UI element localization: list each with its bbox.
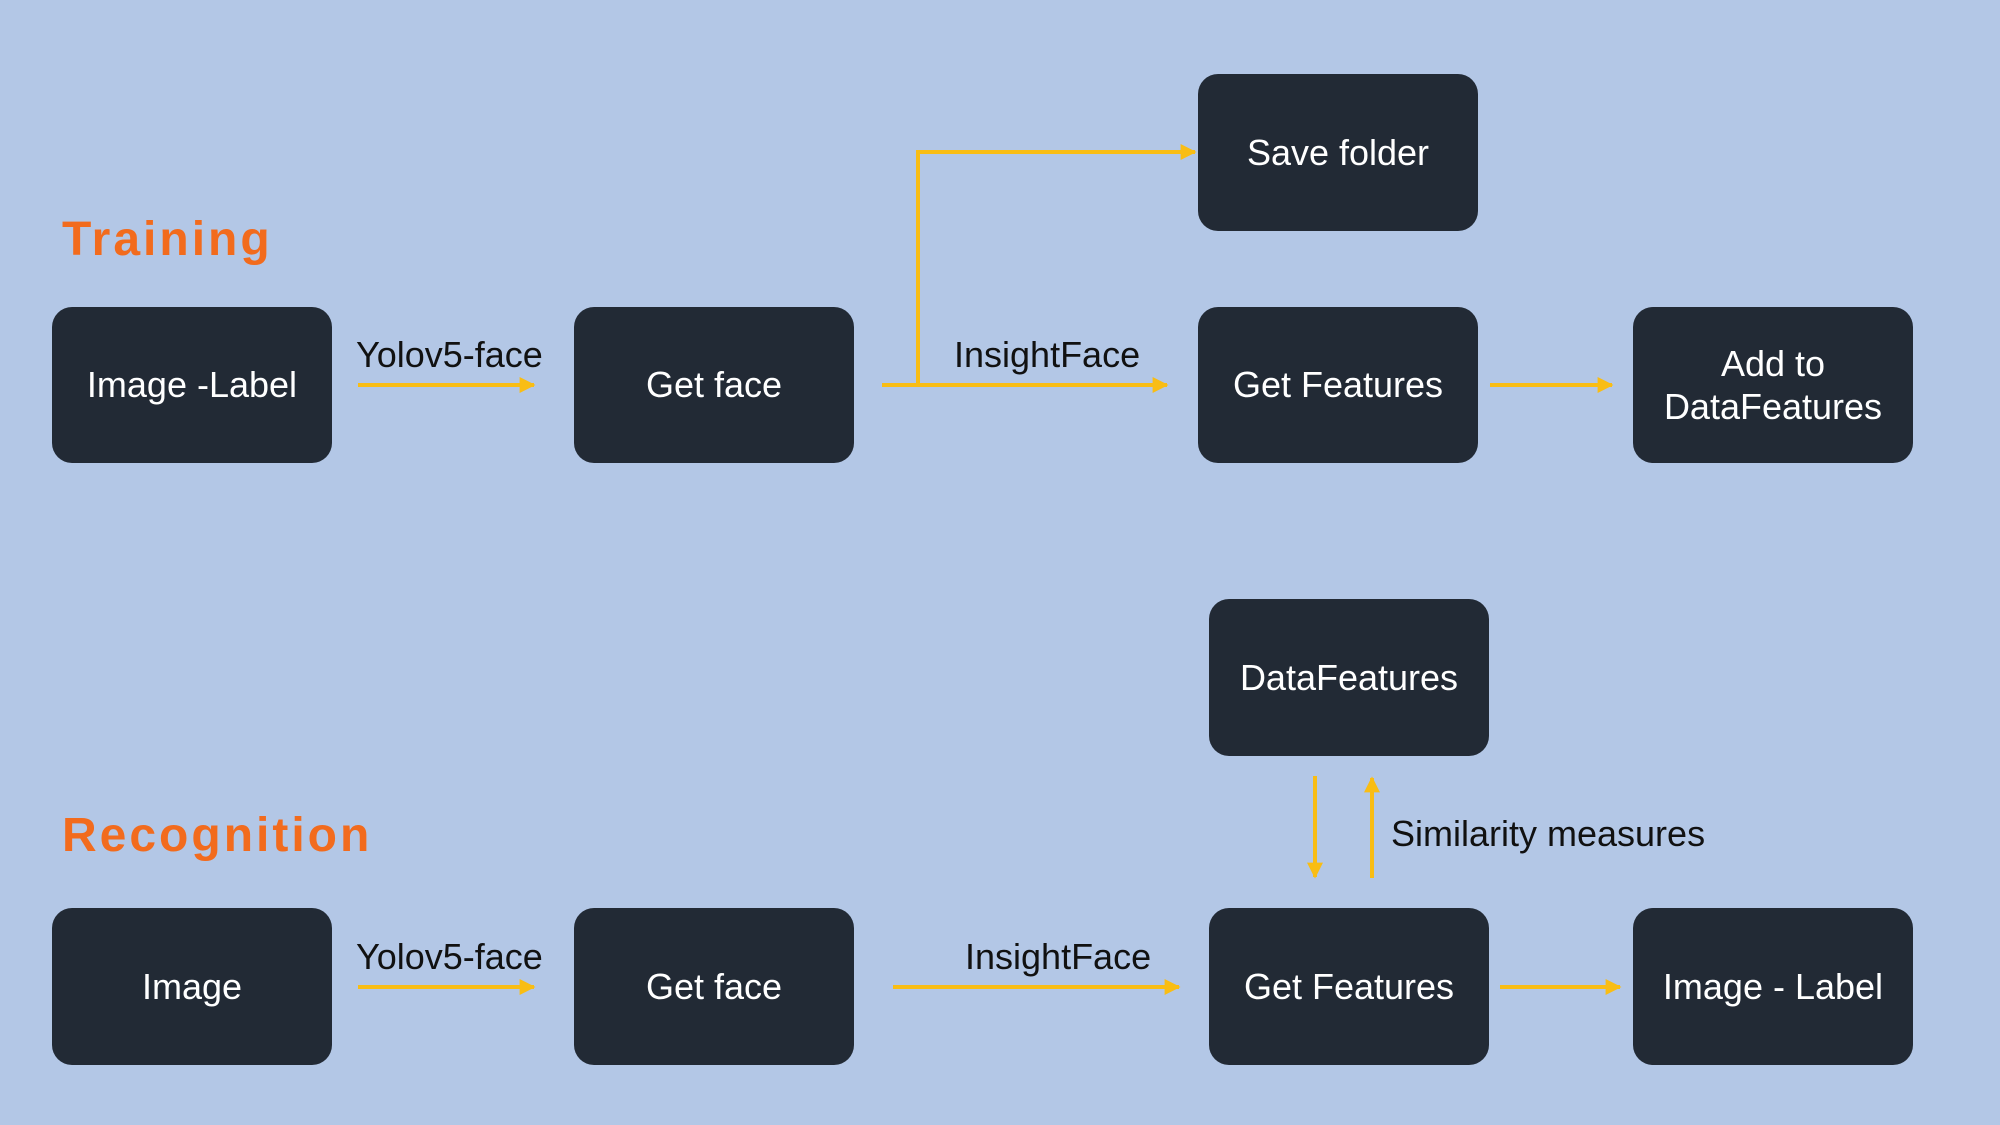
recognition-image-node: Image xyxy=(52,908,332,1065)
node-label: Get face xyxy=(645,965,783,1007)
recognition-image-label-node: Image - Label xyxy=(1633,908,1913,1065)
training-add-to-datafeatures-node: Add to DataFeatures xyxy=(1633,307,1913,463)
recognition-insightface-edge-label: InsightFace xyxy=(965,936,1152,977)
training-get-face-node: Get face xyxy=(574,307,854,463)
training-title: Training xyxy=(62,213,273,266)
recognition-get-face-node: Get face xyxy=(574,908,854,1065)
training-image-label-node: Image -Label xyxy=(52,307,332,463)
training-yolov5-edge-label: Yolov5-face xyxy=(356,334,543,375)
recognition-title: Recognition xyxy=(62,809,373,862)
node-label: Get Features xyxy=(1232,364,1444,406)
training-get-features-node: Get Features xyxy=(1198,307,1478,463)
node-label: Get Features xyxy=(1243,965,1455,1007)
recognition-get-features-node: Get Features xyxy=(1209,908,1489,1065)
recognition-datafeatures-node: DataFeatures xyxy=(1209,599,1489,756)
training-save-folder-node: Save folder xyxy=(1198,74,1478,231)
node-label: Save folder xyxy=(1246,131,1430,173)
node-label: Image -Label xyxy=(86,364,298,406)
similarity-measures-label: Similarity measures xyxy=(1391,813,1706,854)
training-insightface-edge-label: InsightFace xyxy=(954,334,1141,375)
node-label: Image xyxy=(141,965,243,1007)
node-label: Get face xyxy=(645,364,783,406)
node-label: DataFeatures xyxy=(1239,656,1459,698)
recognition-yolov5-edge-label: Yolov5-face xyxy=(356,936,543,977)
node-label: Image - Label xyxy=(1662,965,1884,1007)
node-label: Add to DataFeatures xyxy=(1663,342,1883,427)
